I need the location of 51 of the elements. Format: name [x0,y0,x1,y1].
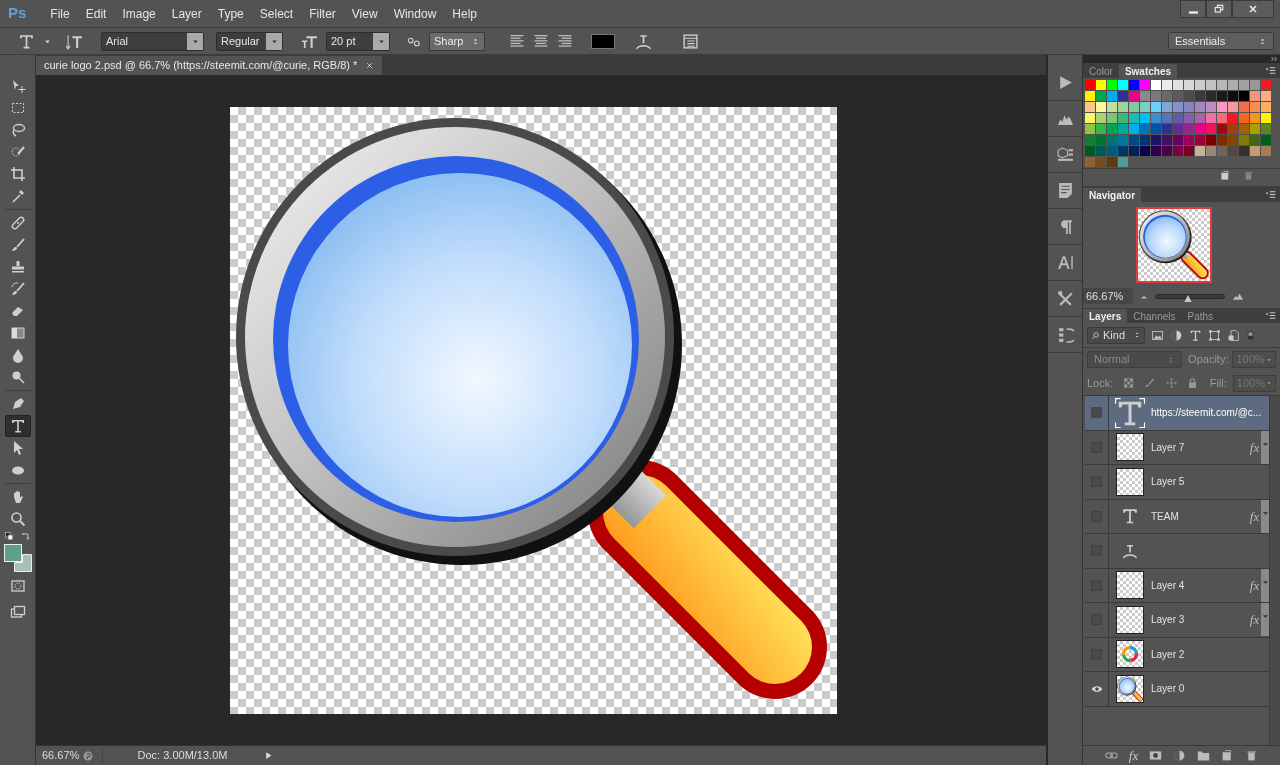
document-size: Doc: 3.00M/13.0M [102,747,262,764]
layer-row[interactable]: TEAM fx [1085,499,1270,534]
panel-tab[interactable]: Channels [1127,309,1182,323]
panel-tab[interactable]: Color [1083,64,1119,78]
menu-item[interactable]: Type [209,4,252,23]
layer-name: Layer 3 [1151,613,1186,628]
anti-alias-dropdown[interactable]: Sharp [429,31,485,51]
panel-tab[interactable]: Paths [1181,309,1220,323]
menu-item[interactable]: Select [251,4,302,23]
document-tab[interactable]: curie logo 2.psd @ 66.7% (https://steemit.com/@curie, RGB/8) * [36,56,383,75]
app-logo: Ps [8,3,27,24]
filter-dropdown[interactable]: Kind [1087,326,1145,344]
layer-name: https://steemit.com/@c... [1151,406,1262,421]
layer-row[interactable]: Layer 0 [1085,672,1270,707]
layer-name: Layer 2 [1151,647,1186,662]
font-style-dropdown[interactable]: Regular [216,31,283,51]
lock-label: Lock: [1087,375,1114,391]
layer-name: Layer 5 [1151,475,1186,490]
effects-indicator: fx [1249,576,1260,595]
panel-tab[interactable]: Swatches [1118,64,1178,78]
layer-row[interactable]: Layer 3 fx [1085,603,1270,638]
menu-item[interactable]: Window [385,4,445,23]
menu-item[interactable]: Edit [77,4,115,23]
layer-row[interactable]: Layer 7 fx [1085,430,1270,465]
layer-name: Layer 0 [1151,682,1186,697]
layer-row[interactable]: Layer 5 [1085,465,1270,500]
menu-item[interactable]: Filter [301,4,344,23]
effects-indicator: fx [1249,438,1260,457]
layer-row[interactable]: Layer 2 [1085,637,1270,672]
zoom-level: 66.67% [1083,287,1133,305]
layer-name: TEAM [1151,509,1180,524]
effects-indicator: fx [1249,611,1260,629]
menu-item[interactable]: Help [444,4,485,23]
layer-row[interactable]: https://steemit.com/@c... [1085,396,1270,431]
effects-indicator: fx [1249,507,1260,526]
opacity-label: Opacity: [1188,352,1229,368]
menu-item[interactable]: Layer [163,4,210,23]
menu-item[interactable]: File [42,4,78,23]
font-family-dropdown[interactable]: Arial [101,31,204,51]
workspace-dropdown[interactable]: Essentials [1168,32,1274,50]
layer-name: Layer 7 [1151,440,1186,455]
zoom-level: 66.67% [41,748,81,764]
font-size-field[interactable]: 20 pt [326,31,390,51]
layer-name: Layer 4 [1151,578,1186,593]
menu-item[interactable]: Image [114,4,164,23]
panel-tab[interactable]: Layers [1083,309,1128,323]
layer-row[interactable]: Layer 4 fx [1085,568,1270,603]
add-effect-button[interactable]: fx [1128,745,1139,765]
panel-title: Navigator [1083,188,1142,202]
menu-item[interactable]: View [343,4,386,23]
fill-label: Fill: [1209,375,1227,391]
